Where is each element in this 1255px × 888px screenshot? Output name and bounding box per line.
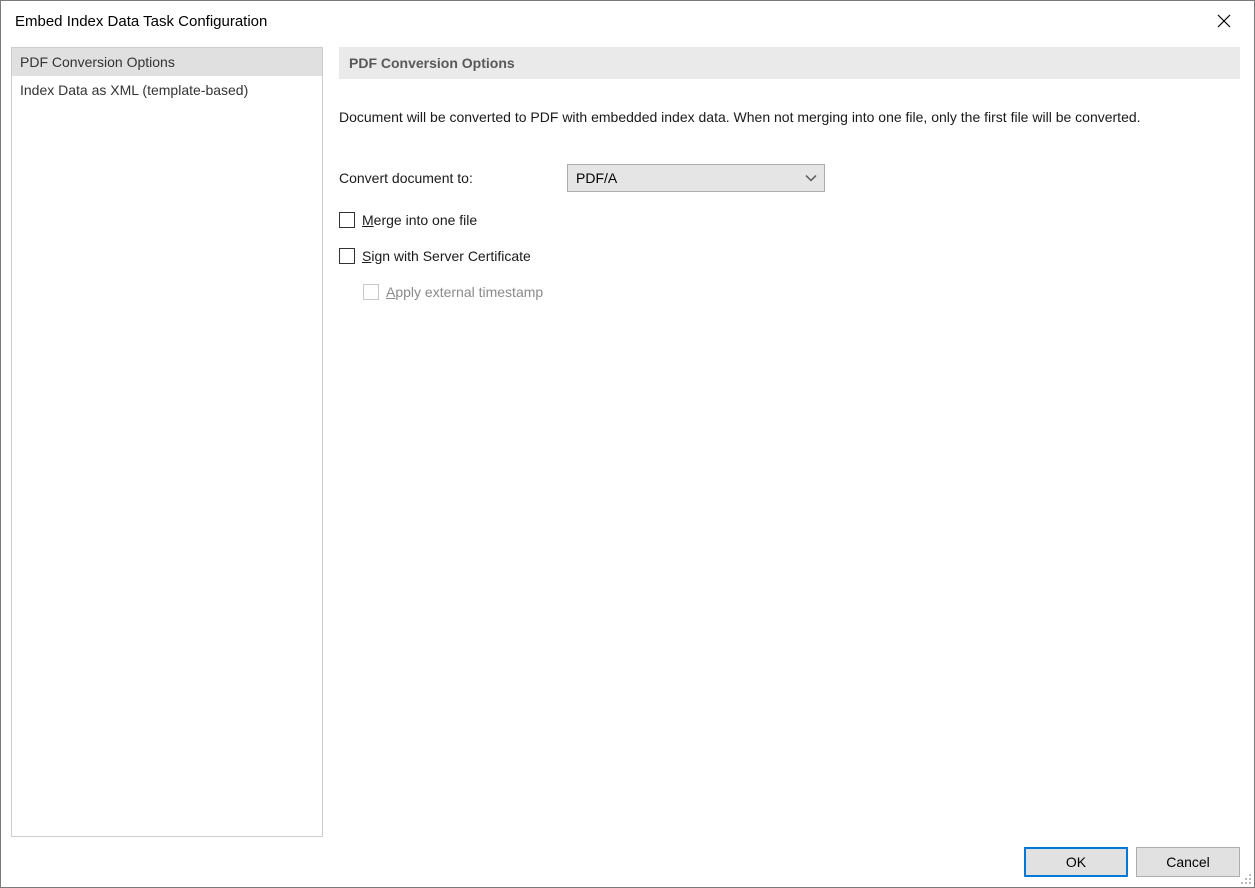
sidebar-item-label: PDF Conversion Options	[20, 54, 175, 70]
content-panel: PDF Conversion Options Document will be …	[323, 47, 1244, 837]
window-title: Embed Index Data Task Configuration	[15, 13, 267, 30]
footer-buttons: OK Cancel	[1024, 847, 1240, 877]
timestamp-label: Apply external timestamp	[386, 284, 543, 300]
ok-button[interactable]: OK	[1024, 847, 1128, 877]
sidebar: PDF Conversion Options Index Data as XML…	[11, 47, 323, 837]
close-button[interactable]	[1208, 5, 1240, 37]
dialog-window: Embed Index Data Task Configuration PDF …	[0, 0, 1255, 888]
cancel-button[interactable]: Cancel	[1136, 847, 1240, 877]
convert-row: Convert document to: PDF/A	[339, 164, 1240, 192]
convert-select-value: PDF/A	[567, 164, 825, 192]
convert-select[interactable]: PDF/A	[567, 164, 825, 192]
ok-button-label: OK	[1066, 854, 1086, 870]
close-icon	[1217, 14, 1231, 28]
sidebar-item-pdf-conversion[interactable]: PDF Conversion Options	[12, 48, 322, 76]
timestamp-checkbox	[363, 284, 379, 300]
convert-label: Convert document to:	[339, 170, 567, 186]
resize-grip[interactable]	[1238, 871, 1252, 885]
section-description: Document will be converted to PDF with e…	[339, 107, 1159, 128]
cancel-button-label: Cancel	[1166, 854, 1210, 870]
titlebar: Embed Index Data Task Configuration	[1, 1, 1254, 41]
timestamp-row: Apply external timestamp	[363, 284, 1240, 300]
sign-row: Sign with Server Certificate	[339, 248, 1240, 264]
sidebar-item-index-xml[interactable]: Index Data as XML (template-based)	[12, 76, 322, 104]
merge-checkbox[interactable]	[339, 212, 355, 228]
merge-label: Merge into one file	[362, 212, 477, 228]
section-header: PDF Conversion Options	[339, 47, 1240, 79]
sign-checkbox[interactable]	[339, 248, 355, 264]
dialog-body: PDF Conversion Options Index Data as XML…	[1, 41, 1254, 887]
merge-row: Merge into one file	[339, 212, 1240, 228]
sign-label: Sign with Server Certificate	[362, 248, 531, 264]
sidebar-item-label: Index Data as XML (template-based)	[20, 82, 248, 98]
